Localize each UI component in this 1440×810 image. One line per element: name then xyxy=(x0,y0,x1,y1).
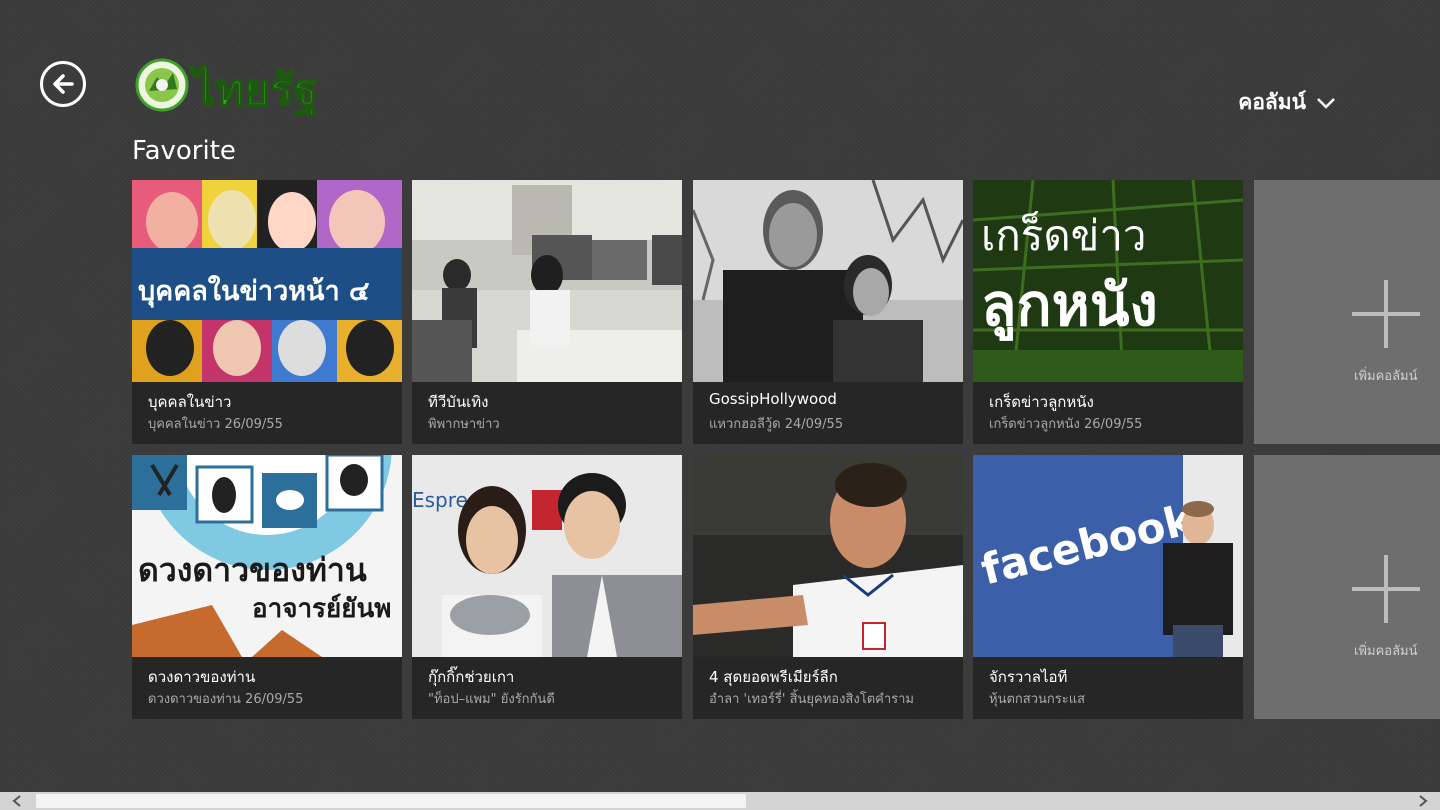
tile-image: ดวงดาวของท่าน อาจารย์ยันพ xyxy=(132,455,402,657)
tile-image-text-2: อาจารย์ยันพ xyxy=(252,593,391,624)
back-arrow-icon xyxy=(53,74,74,94)
tile-gossip-hollywood[interactable]: GossipHollywood แหวกฮอลีวู้ด 24/09/55 xyxy=(693,180,963,444)
back-button[interactable] xyxy=(40,61,86,107)
thairath-logo: ไทยรัฐ xyxy=(135,55,340,119)
tile-subtitle: ดวงดาวของท่าน 26/09/55 xyxy=(148,692,304,707)
tile-horoscope[interactable]: ดวงดาวของท่าน อาจารย์ยันพ ดวงดาวของท่าน … xyxy=(132,455,402,719)
add-column-label: เพิ่มคอลัมน์ xyxy=(1354,644,1418,659)
tile-title: บุคคลในข่าว xyxy=(148,393,232,411)
add-column-tile[interactable]: เพิ่มคอลัมน์ xyxy=(1254,180,1440,444)
tile-image: Espresso xyxy=(412,455,682,657)
plus-icon xyxy=(1352,555,1420,623)
chevron-left-icon xyxy=(12,795,21,807)
tile-people-in-news[interactable]: บุคคลในข่าวหน้า ๔ บุคคลในข่าว บุคคลในข่า… xyxy=(132,180,402,444)
add-column-label: เพิ่มคอลัมน์ xyxy=(1354,369,1418,384)
tile-subtitle: หุ้นตกสวนกระแส xyxy=(989,692,1086,707)
tile-title: 4 สุดยอดพรีเมียร์ลีก xyxy=(709,668,838,686)
tile-subtitle: พิพากษาข่าว xyxy=(428,417,500,432)
tile-image: facebook xyxy=(973,455,1243,657)
tile-it-universe[interactable]: facebook จักรวาลไอที หุ้นตกสวนกระแส xyxy=(973,455,1243,719)
tile-tv-entertainment[interactable]: ทีวีบันเทิง พิพากษาข่าว xyxy=(412,180,682,444)
page-title: Favorite xyxy=(132,136,236,166)
tile-image-text: บุคคลในข่าวหน้า ๔ xyxy=(138,275,369,308)
scroll-left-button[interactable] xyxy=(0,792,34,810)
tile-image: บุคคลในข่าวหน้า ๔ xyxy=(132,180,402,382)
tile-image-text-1: ดวงดาวของท่าน xyxy=(138,551,367,589)
plus-icon xyxy=(1352,280,1420,348)
logo-text: ไทยรัฐ xyxy=(189,64,318,115)
tile-title: จักรวาลไอที xyxy=(989,668,1068,686)
horizontal-scrollbar[interactable] xyxy=(0,792,1440,810)
tile-subtitle: เกร็ดข่าวลูกหนัง 26/09/55 xyxy=(989,417,1143,432)
tile-subtitle: อำลา 'เทอร์รี่' สิ้นยุคทองสิงโตคำราม xyxy=(709,692,914,707)
tile-image xyxy=(693,455,963,657)
chevron-down-icon xyxy=(1317,97,1335,109)
tile-title: GossipHollywood xyxy=(709,390,837,408)
column-menu-dropdown[interactable]: คอลัมน์ xyxy=(1238,86,1336,119)
chevron-right-icon xyxy=(1419,795,1428,807)
tile-image xyxy=(693,180,963,382)
tile-image: เกร็ดข่าว ลูกหนัง xyxy=(973,180,1243,382)
tile-image-text-2: ลูกหนัง xyxy=(981,271,1158,341)
tile-subtitle: แหวกฮอลีวู้ด 24/09/55 xyxy=(709,417,844,432)
column-menu-label: คอลัมน์ xyxy=(1238,90,1306,114)
scrollbar-thumb[interactable] xyxy=(36,794,746,808)
tile-image-text-1: เกร็ดข่าว xyxy=(981,211,1147,260)
tile-title: เกร็ดข่าวลูกหนัง xyxy=(989,393,1094,411)
tile-title: ดวงดาวของท่าน xyxy=(148,668,256,686)
tile-subtitle: บุคคลในข่าว 26/09/55 xyxy=(148,417,283,432)
tile-title: กุ๊กกิ๊กช่วยเกา xyxy=(428,668,515,686)
tile-premier-league[interactable]: 4 สุดยอดพรีเมียร์ลีก อำลา 'เทอร์รี่' สิ้… xyxy=(693,455,963,719)
tile-subtitle: "ท็อป–แพม" ยังรักกันดี xyxy=(428,692,555,707)
scroll-right-button[interactable] xyxy=(1406,792,1440,810)
tile-football-tidbits[interactable]: เกร็ดข่าว ลูกหนัง เกร็ดข่าวลูกหนัง เกร็ด… xyxy=(973,180,1243,444)
add-column-tile[interactable]: เพิ่มคอลัมน์ xyxy=(1254,455,1440,719)
tile-title: ทีวีบันเทิง xyxy=(428,393,489,411)
tile-gossip-couple[interactable]: Espresso กุ๊กกิ๊กช่วยเกา "ท็อป–แพม" ยังร… xyxy=(412,455,682,719)
tile-image xyxy=(412,180,682,382)
